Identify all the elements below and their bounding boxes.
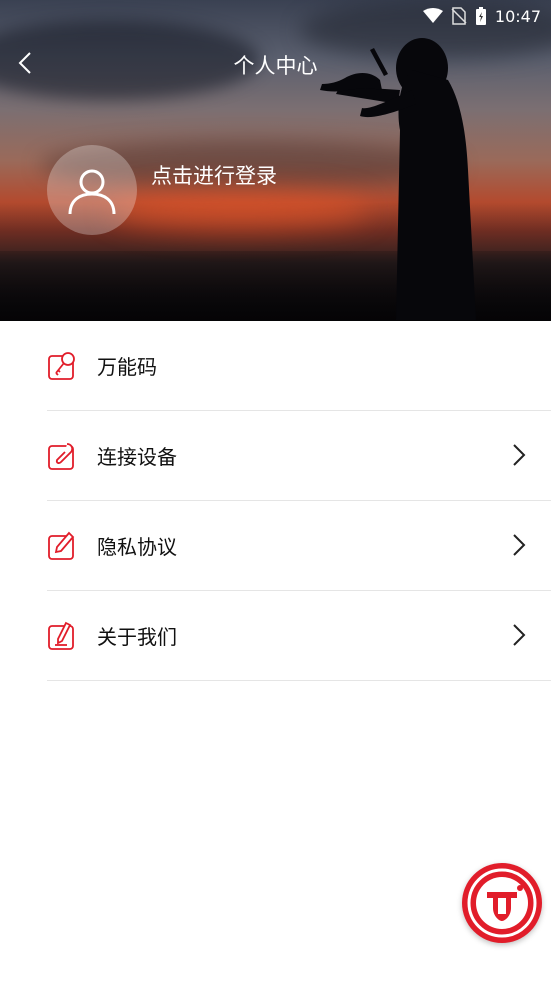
key-icon bbox=[47, 351, 77, 381]
clock-time: 10:47 bbox=[494, 6, 541, 26]
menu-item-privacy-policy[interactable]: 隐私协议 bbox=[47, 501, 551, 591]
user-icon bbox=[68, 169, 116, 215]
chevron-right-icon bbox=[513, 624, 526, 646]
menu-item-universal-code[interactable]: 万能码 bbox=[47, 321, 551, 411]
chevron-right-icon bbox=[513, 534, 526, 556]
chevron-right-icon bbox=[513, 444, 526, 466]
menu-item-about-us[interactable]: 关于我们 bbox=[47, 591, 551, 681]
no-sim-icon bbox=[451, 7, 467, 25]
pen-icon bbox=[47, 531, 77, 561]
link-icon bbox=[47, 441, 77, 471]
top-bar: 个人中心 bbox=[0, 40, 551, 88]
floating-action-button[interactable] bbox=[462, 863, 542, 943]
battery-charging-icon bbox=[475, 6, 487, 26]
page-title: 个人中心 bbox=[233, 54, 318, 78]
menu-item-connect-device[interactable]: 连接设备 bbox=[47, 411, 551, 501]
wifi-icon bbox=[422, 8, 443, 24]
edit-icon bbox=[47, 621, 77, 651]
avatar[interactable] bbox=[47, 145, 137, 235]
menu-list: 万能码 连接设备 隐私协议 关于我们 bbox=[0, 321, 551, 681]
menu-item-label: 连接设备 bbox=[97, 445, 177, 469]
login-prompt[interactable]: 点击进行登录 bbox=[151, 160, 277, 190]
status-bar: 10:47 bbox=[422, 0, 551, 32]
profile-login[interactable]: 点击进行登录 bbox=[47, 145, 277, 235]
brand-logo-icon bbox=[467, 868, 537, 938]
menu-item-label: 隐私协议 bbox=[97, 535, 177, 559]
menu-item-label: 关于我们 bbox=[97, 625, 177, 649]
menu-item-label: 万能码 bbox=[97, 355, 157, 379]
